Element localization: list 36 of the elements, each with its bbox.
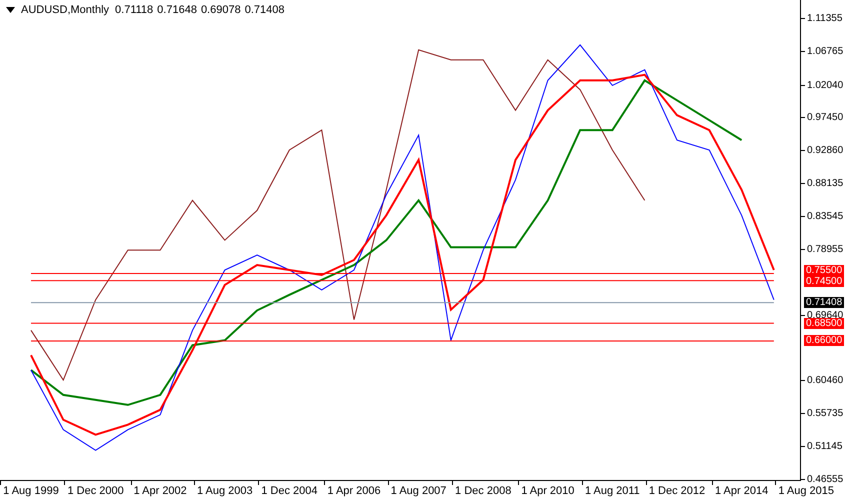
date-axis-label: 1 Aug 2011 (584, 484, 640, 498)
date-axis-label: 1 Aug 2003 (196, 484, 253, 498)
price-level-label: 0.75500 (804, 264, 844, 276)
price-axis-label: 0.46555 (807, 474, 844, 484)
symbol-label: AUDUSD,Monthly (21, 3, 110, 18)
price-level-label: 0.74500 (804, 276, 844, 287)
price-level-label: 0.68500 (804, 318, 844, 329)
ohlc-value: 0.71118 (115, 3, 154, 18)
date-axis-label: 1 Aug 1999 (3, 484, 59, 498)
ohlc-value: 0.71408 (244, 3, 284, 18)
price-axis-label: 0.88135 (807, 178, 844, 190)
price-axis-label: 1.02040 (807, 80, 844, 91)
date-axis-label: 1 Aug 2007 (390, 484, 446, 498)
date-axis-label: 1 Aug 2015 (778, 484, 834, 498)
price-axis-label: 0.83545 (807, 210, 844, 222)
ohlc-value: 0.69078 (200, 3, 241, 18)
price-level-label: 0.66000 (804, 335, 844, 346)
date-axis-label: 1 Apr 2014 (714, 484, 768, 498)
price-level-label: 0.71408 (804, 297, 844, 308)
dropdown-triangle-icon[interactable] (6, 7, 15, 14)
date-axis-label: 1 Apr 2010 (521, 484, 574, 498)
date-axis-label: 1 Dec 2012 (648, 484, 706, 498)
price-axis-label: 1.06765 (807, 46, 844, 58)
date-axis-label: 1 Apr 2006 (327, 484, 381, 498)
date-axis-label: 1 Dec 2004 (261, 484, 318, 498)
ohlc-value: 0.71648 (157, 3, 197, 18)
date-axis-label: 1 Dec 2008 (455, 484, 512, 498)
price-axis-label: 0.78955 (807, 244, 844, 254)
price-axis-label: 0.60460 (807, 374, 844, 386)
price-axis-label: 0.51145 (807, 440, 842, 452)
price-axis-label: 0.55735 (807, 408, 844, 420)
price-axis-label: 0.92860 (807, 144, 844, 156)
date-axis-label: 1 Apr 2002 (134, 484, 187, 498)
price-axis-label: 0.97450 (807, 112, 844, 124)
price-axis-label: 1.11355 (807, 13, 842, 24)
date-axis-label: 1 Dec 2000 (67, 484, 124, 498)
